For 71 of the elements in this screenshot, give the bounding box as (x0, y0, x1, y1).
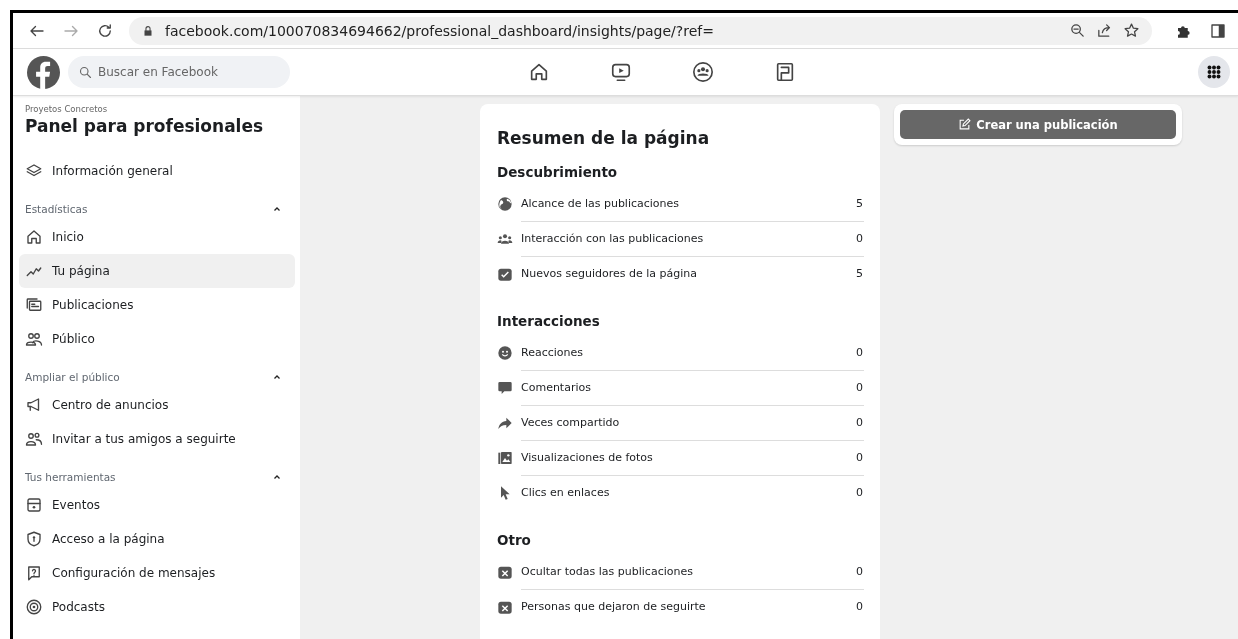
smiley-icon (497, 344, 513, 361)
grid-dots-icon (1205, 63, 1223, 81)
sidebar-item[interactable]: Publicaciones (19, 288, 295, 322)
globe-icon (497, 195, 513, 212)
metric-label: Ocultar todas las publicaciones (521, 564, 693, 578)
create-post-button[interactable]: Crear una publicación (900, 110, 1176, 139)
metric-value: 0 (856, 450, 864, 464)
sidebar-item[interactable]: Público (19, 322, 295, 356)
square-frame-icon (774, 61, 796, 83)
card-title: Resumen de la página (497, 128, 711, 148)
reload-icon (96, 21, 114, 40)
sidebar-item[interactable]: Inicio (19, 220, 295, 254)
metric-value: 0 (856, 380, 864, 394)
sidebar-item[interactable]: Tu página (19, 254, 295, 288)
sidebar-item[interactable]: Centro de anuncios (19, 388, 295, 422)
section-heading: Descubrimiento (497, 164, 619, 180)
comment-icon (497, 379, 513, 396)
podcast-icon (25, 598, 43, 616)
page-name: Proyetos Concretos (24, 104, 109, 114)
people-icon (25, 330, 43, 348)
metric-value: 0 (856, 415, 864, 429)
metric-label: Clics en enlaces (521, 486, 610, 499)
section-heading: Ampliar el público (25, 371, 120, 383)
metric-label: Comentarios (521, 380, 591, 394)
metric-value: 0 (856, 564, 864, 578)
sidebar-item[interactable]: Acceso a la página (19, 522, 295, 556)
section-heading: Interacciones (497, 313, 601, 329)
metric-label: Visualizaciones de fotos (521, 450, 653, 464)
calendar-icon (25, 496, 43, 514)
question-chat-icon (25, 564, 43, 582)
metric-label: Interacción con las publicaciones (521, 231, 704, 245)
share-icon (1096, 22, 1113, 39)
metric-label: Veces compartido (521, 415, 620, 429)
home-icon (25, 228, 43, 246)
posts-icon (25, 296, 43, 314)
metric-value: 0 (856, 231, 864, 245)
sidebar-item[interactable]: Información general (19, 154, 295, 188)
section-heading: Estadísticas (25, 203, 88, 215)
photo-icon (497, 449, 513, 466)
metric-value: 5 (856, 267, 864, 280)
address-bar[interactable]: facebook.com/100070834694662/professional_dashboard/insights/page/?ref= (129, 16, 1152, 45)
sidebar-item[interactable]: Invitar a tus amigos a seguirte (19, 422, 295, 456)
video-play-icon (610, 61, 632, 83)
edit-icon (958, 118, 972, 131)
metric-label: Personas que dejaron de seguirte (521, 600, 706, 613)
zoom-out-icon (1069, 22, 1086, 39)
side-panel-icon (1209, 21, 1227, 40)
add-friends-icon (25, 430, 43, 448)
metric-label: Alcance de las publicaciones (521, 196, 680, 210)
sidebar-item[interactable]: Eventos (19, 488, 295, 522)
search-field[interactable]: Buscar en Facebook (68, 56, 290, 88)
gaming-tab[interactable] (774, 61, 796, 83)
section-heading: Otro (497, 532, 532, 548)
metric-value: 0 (856, 345, 864, 359)
metric-value: 0 (856, 486, 864, 499)
home-icon (528, 61, 550, 83)
search-icon (78, 65, 93, 80)
menu-button[interactable] (1198, 56, 1230, 88)
video-tab[interactable] (610, 61, 632, 83)
metric-label: Reacciones (521, 345, 583, 359)
sidebar-item[interactable]: Configuración de mensajes (19, 556, 295, 590)
metric-label: Nuevos seguidores de la página (521, 267, 697, 280)
star-icon (1123, 22, 1140, 39)
panel-title: Panel para profesionales (24, 115, 265, 138)
section-heading: Tus herramientas (25, 471, 116, 483)
facebook-logo-icon (27, 55, 60, 89)
home-tab[interactable] (528, 61, 550, 83)
sidebar-item[interactable]: Podcasts (19, 590, 295, 624)
metric-value: 0 (856, 600, 864, 613)
shield-icon (25, 530, 43, 548)
metric-value: 5 (856, 196, 864, 210)
